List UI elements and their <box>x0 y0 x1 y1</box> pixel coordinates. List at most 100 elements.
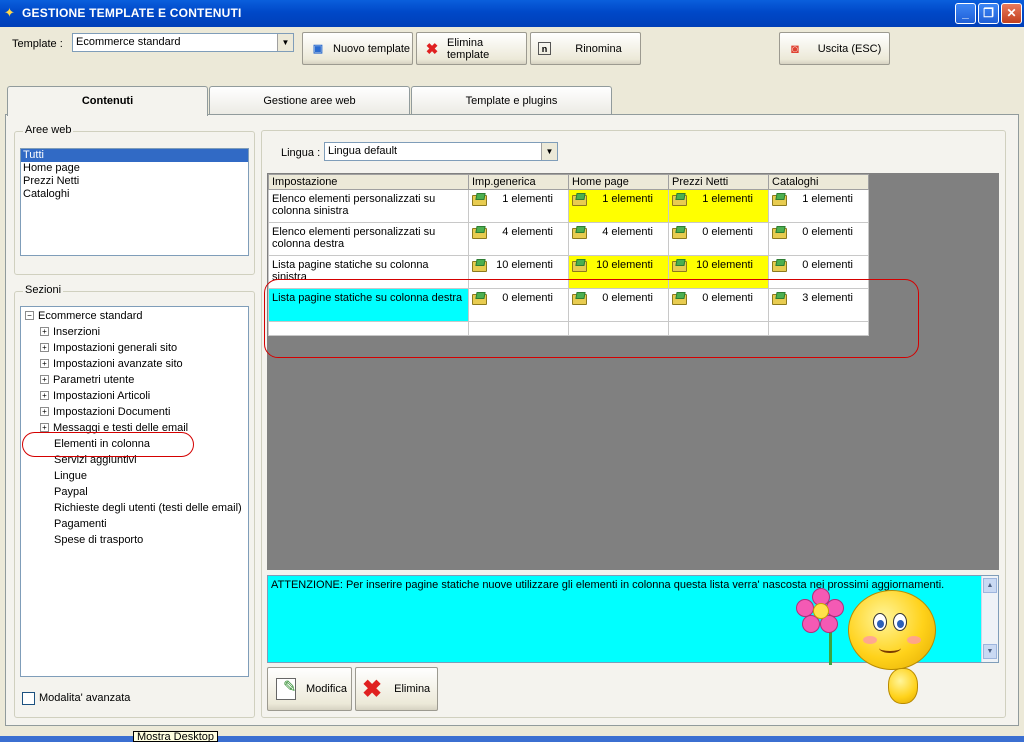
value-cell[interactable]: 1 elementi <box>468 189 569 223</box>
tree-item[interactable]: + Messaggi e testi delle email <box>40 421 188 435</box>
folder-icon[interactable] <box>772 259 787 272</box>
note-scrollbar[interactable]: ▲ ▼ <box>981 576 998 662</box>
value-cell[interactable]: 4 elementi <box>568 222 669 256</box>
row-label-cell[interactable]: Lista pagine statiche su colonna sinistr… <box>268 255 469 289</box>
value-cell[interactable]: 1 elementi <box>768 189 869 223</box>
collapse-icon[interactable]: − <box>25 310 34 320</box>
tree-item[interactable]: Servizi aggiuntivi <box>54 453 137 467</box>
value-cell[interactable]: 1 elementi <box>568 189 669 223</box>
empty-cell[interactable] <box>768 321 869 336</box>
table-row[interactable]: Elenco elementi personalizzati su colonn… <box>268 189 869 223</box>
table-row[interactable]: Lista pagine statiche su colonna sinistr… <box>268 255 869 289</box>
value-cell[interactable]: 3 elementi <box>768 288 869 322</box>
tree-root[interactable]: − Ecommerce standard <box>25 309 143 323</box>
column-header[interactable]: Cataloghi <box>768 174 869 190</box>
folder-icon[interactable] <box>672 226 687 239</box>
column-header[interactable]: Prezzi Netti <box>668 174 769 190</box>
tree-item[interactable]: Lingue <box>54 469 87 483</box>
delete-button[interactable]: ✖ Elimina <box>355 667 438 711</box>
folder-icon[interactable] <box>472 226 487 239</box>
row-label-cell[interactable]: Elenco elementi personalizzati su colonn… <box>268 189 469 223</box>
folder-icon[interactable] <box>472 259 487 272</box>
rename-button[interactable]: n Rinomina <box>530 32 641 65</box>
tree-item[interactable]: + Impostazioni Articoli <box>40 389 150 403</box>
scroll-up-icon[interactable]: ▲ <box>983 578 997 593</box>
folder-icon[interactable] <box>772 226 787 239</box>
list-item[interactable]: Tutti <box>21 149 248 162</box>
expand-icon[interactable]: + <box>40 326 49 336</box>
chevron-down-icon[interactable]: ▼ <box>277 34 293 51</box>
folder-icon[interactable] <box>772 292 787 305</box>
aree-web-list[interactable]: Tutti Home page Prezzi Netti Cataloghi <box>20 148 249 256</box>
chevron-down-icon[interactable]: ▼ <box>541 143 557 160</box>
new-template-button[interactable]: ▣ Nuovo template <box>302 32 413 65</box>
lingua-select[interactable]: Lingua default ▼ <box>324 142 558 161</box>
scroll-down-icon[interactable]: ▼ <box>983 644 997 659</box>
advanced-mode-checkbox[interactable] <box>22 692 35 705</box>
column-header[interactable]: Impostazione <box>268 174 469 190</box>
value-cell[interactable]: 4 elementi <box>468 222 569 256</box>
tree-item-elementi-in-colonna[interactable]: Elementi in colonna <box>54 437 150 451</box>
value-cell[interactable]: 0 elementi <box>668 222 769 256</box>
table-row-empty[interactable] <box>268 321 869 336</box>
empty-cell[interactable] <box>468 321 569 336</box>
tree-item[interactable]: + Parametri utente <box>40 373 134 387</box>
folder-icon[interactable] <box>572 193 587 206</box>
expand-icon[interactable]: + <box>40 374 49 384</box>
folder-icon[interactable] <box>672 259 687 272</box>
value-cell[interactable]: 0 elementi <box>568 288 669 322</box>
tree-item[interactable]: + Impostazioni Documenti <box>40 405 170 419</box>
column-header[interactable]: Home page <box>568 174 669 190</box>
table-row[interactable]: Lista pagine statiche su colonna destra 0… <box>268 288 869 322</box>
value-cell[interactable]: 1 elementi <box>668 189 769 223</box>
expand-icon[interactable]: + <box>40 422 49 432</box>
tree-item[interactable]: Paypal <box>54 485 88 499</box>
list-item[interactable]: Cataloghi <box>21 188 248 201</box>
tab-contenuti[interactable]: Contenuti <box>7 86 208 116</box>
tree-item[interactable]: Richieste degli utenti (testi delle emai… <box>54 501 242 515</box>
value-cell[interactable]: 0 elementi <box>768 222 869 256</box>
folder-icon[interactable] <box>472 193 487 206</box>
column-header[interactable]: Imp.generica <box>468 174 569 190</box>
tree-item[interactable]: + Impostazioni avanzate sito <box>40 357 183 371</box>
tree-item[interactable]: Spese di trasporto <box>54 533 143 547</box>
value-cell[interactable]: 10 elementi <box>668 255 769 289</box>
folder-icon[interactable] <box>572 259 587 272</box>
list-item[interactable]: Prezzi Netti <box>21 175 248 188</box>
table-row[interactable]: Elenco elementi personalizzati su colonn… <box>268 222 869 256</box>
maximize-button[interactable]: ❐ <box>978 3 999 24</box>
folder-icon[interactable] <box>672 193 687 206</box>
folder-icon[interactable] <box>672 292 687 305</box>
list-item[interactable]: Home page <box>21 162 248 175</box>
folder-icon[interactable] <box>572 292 587 305</box>
empty-cell[interactable] <box>568 321 669 336</box>
expand-icon[interactable]: + <box>40 390 49 400</box>
value-cell[interactable]: 10 elementi <box>468 255 569 289</box>
close-button[interactable]: ✕ <box>1001 3 1022 24</box>
expand-icon[interactable]: + <box>40 358 49 368</box>
minimize-button[interactable]: _ <box>955 3 976 24</box>
folder-icon[interactable] <box>772 193 787 206</box>
empty-cell[interactable] <box>268 321 469 336</box>
row-label-cell[interactable]: Lista pagine statiche su colonna destra <box>268 288 469 322</box>
value-cell[interactable]: 10 elementi <box>568 255 669 289</box>
template-select[interactable]: Ecommerce standard ▼ <box>72 33 294 52</box>
value-cell[interactable]: 0 elementi <box>668 288 769 322</box>
expand-icon[interactable]: + <box>40 342 49 352</box>
tab-gestione-aree-web[interactable]: Gestione aree web <box>209 86 410 114</box>
row-label-cell[interactable]: Elenco elementi personalizzati su colonn… <box>268 222 469 256</box>
tree-item[interactable]: + Inserzioni <box>40 325 100 339</box>
folder-icon[interactable] <box>572 226 587 239</box>
exit-button[interactable]: ◙ Uscita (ESC) <box>779 32 890 65</box>
edit-button[interactable]: ✎ Modifica <box>267 667 352 711</box>
sezioni-tree[interactable]: − Ecommerce standard + Inserzioni + Imposta… <box>20 306 249 677</box>
tree-item[interactable]: Pagamenti <box>54 517 107 531</box>
value-cell[interactable]: 0 elementi <box>768 255 869 289</box>
delete-template-button[interactable]: ✖ Elimina template <box>416 32 527 65</box>
tab-template-plugins[interactable]: Template e plugins <box>411 86 612 114</box>
empty-cell[interactable] <box>668 321 769 336</box>
tree-item[interactable]: + Impostazioni generali sito <box>40 341 177 355</box>
folder-icon[interactable] <box>472 292 487 305</box>
value-cell[interactable]: 0 elementi <box>468 288 569 322</box>
expand-icon[interactable]: + <box>40 406 49 416</box>
